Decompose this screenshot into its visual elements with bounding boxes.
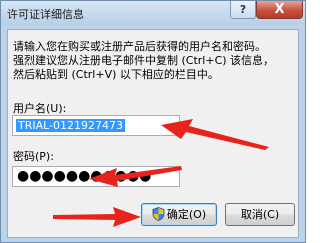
ok-button[interactable]: 确定(O) — [141, 203, 217, 226]
password-label: 密码(P): — [13, 150, 54, 163]
cancel-button[interactable]: 取消(C) — [225, 203, 295, 226]
annotation-arrow-username — [161, 119, 269, 150]
username-value: TRIAL-0121927473 — [16, 119, 126, 132]
close-button[interactable]: X — [256, 1, 303, 19]
instruction-line-2: 强烈建议您从注册电子邮件中复制 (Ctrl+C) 该信息， — [13, 54, 275, 67]
username-field[interactable]: TRIAL-0121927473 — [12, 115, 180, 136]
username-label: 用户名(U): — [13, 102, 67, 115]
annotation-arrow-password — [89, 166, 182, 187]
ok-button-label: 确定(O) — [166, 208, 207, 221]
license-details-dialog: 许可证详细信息 ? X 请输入您在购买或注册产品后获得的用户名和密码。 强烈建议… — [0, 0, 306, 243]
help-button[interactable]: ? — [230, 1, 256, 19]
cancel-button-label: 取消(C) — [240, 208, 280, 221]
instruction-line-3: 然后粘贴到 (Ctrl+V) 以下相应的栏目中。 — [13, 68, 219, 81]
instruction-line-1: 请输入您在购买或注册产品后获得的用户名和密码。 — [13, 40, 266, 53]
annotation-arrow-ok-button — [53, 207, 141, 227]
title-bar[interactable]: 许可证详细信息 ? X — [1, 1, 305, 25]
uac-shield-icon — [152, 207, 165, 221]
instruction-text: 请输入您在购买或注册产品后获得的用户名和密码。 强烈建议您从注册电子邮件中复制 … — [13, 40, 297, 82]
dialog-title: 许可证详细信息 — [7, 8, 84, 21]
